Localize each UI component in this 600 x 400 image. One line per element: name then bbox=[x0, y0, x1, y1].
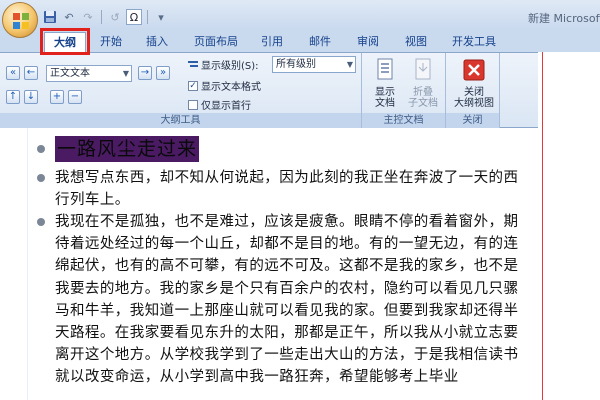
show-text-format-label: 显示文本格式 bbox=[201, 82, 261, 93]
tab-home[interactable]: 开始 bbox=[92, 32, 130, 52]
chevron-down-icon: ▼ bbox=[346, 60, 353, 69]
outline-body-text[interactable]: 我想写点东西，却不知从何说起，因为此刻的我正坐在奔波了一天的西行列车上。 bbox=[55, 167, 533, 211]
promote-icon[interactable]: ← bbox=[24, 66, 38, 80]
outline-bullet-icon[interactable] bbox=[37, 174, 45, 182]
outline-bullet-icon[interactable] bbox=[37, 218, 45, 226]
show-first-line-label: 仅显示首行 bbox=[201, 101, 251, 112]
outline-level-value: 正文文本 bbox=[50, 68, 90, 79]
expand-icon[interactable]: + bbox=[50, 90, 64, 104]
close-label-1: 关闭 bbox=[464, 87, 484, 98]
tab-mailings[interactable]: 邮件 bbox=[302, 32, 338, 52]
show-level-select[interactable]: 所有级别 ▼ bbox=[272, 56, 356, 73]
close-label-2: 大纲视图 bbox=[454, 98, 494, 109]
office-logo-icon bbox=[13, 13, 29, 29]
checkbox-unchecked-icon bbox=[188, 99, 198, 110]
ribbon: « ← 正文文本 ▼ → » ↑ ↓ + − 显示级别(S): 所有级别 ▼ ✓… bbox=[0, 52, 538, 128]
collapse-subdocuments-label-1: 折叠 bbox=[413, 87, 433, 98]
show-document-button[interactable]: 显示 文档 bbox=[364, 57, 406, 109]
tab-insert[interactable]: 插入 bbox=[138, 32, 176, 52]
show-level-label: 显示级别(S): bbox=[201, 61, 259, 72]
move-up-icon[interactable]: ↑ bbox=[6, 90, 20, 104]
ribbon-tab-bar: 大纲 开始 插入 页面布局 引用 邮件 审阅 视图 开发工具 bbox=[0, 30, 600, 52]
outline-body-text[interactable]: 我现在不是孤独，也不是难过，应该是疲惫。眼睛不停的看着窗外，期待着远处经过的每一… bbox=[55, 211, 533, 389]
show-document-icon bbox=[377, 58, 393, 80]
close-group: 关闭 大纲视图 关闭 bbox=[446, 53, 500, 128]
title-bar: ↶ ↷ ↺ Ω ▾ 新建 Microsoft bbox=[0, 0, 600, 30]
show-first-line-checkbox[interactable]: 仅显示首行 bbox=[188, 97, 251, 112]
master-document-group: 显示 文档 折叠 子文档 主控文档 bbox=[362, 53, 446, 128]
close-icon bbox=[463, 59, 485, 81]
move-down-icon[interactable]: ↓ bbox=[24, 90, 38, 104]
promote-to-heading-icon[interactable]: « bbox=[6, 66, 20, 80]
demote-icon[interactable]: → bbox=[138, 66, 152, 80]
outline-bullet-icon[interactable] bbox=[37, 145, 45, 153]
outline-heading-text[interactable]: 一路风尘走过来 bbox=[55, 136, 200, 162]
outline-heading-item[interactable]: 一路风尘走过来 bbox=[37, 136, 200, 162]
tab-references[interactable]: 引用 bbox=[254, 32, 290, 52]
master-document-group-label: 主控文档 bbox=[362, 113, 445, 128]
tab-developer[interactable]: 开发工具 bbox=[446, 32, 502, 52]
outline-tools-group: « ← 正文文本 ▼ → » ↑ ↓ + − 显示级别(S): 所有级别 ▼ ✓… bbox=[0, 53, 362, 128]
redo-icon[interactable]: ↷ bbox=[80, 9, 96, 25]
office-button[interactable] bbox=[2, 2, 38, 38]
collapse-subdocuments-icon bbox=[415, 58, 431, 80]
collapse-subdocuments-button[interactable]: 折叠 子文档 bbox=[402, 57, 444, 109]
qat-separator bbox=[147, 10, 148, 24]
highlight-box bbox=[40, 28, 90, 55]
save-icon[interactable] bbox=[42, 9, 58, 25]
page-left-margin bbox=[0, 128, 28, 400]
outline-level-select[interactable]: 正文文本 ▼ bbox=[46, 65, 132, 82]
tab-view[interactable]: 视图 bbox=[398, 32, 434, 52]
show-document-label-1: 显示 bbox=[375, 87, 395, 98]
show-level-control: 显示级别(S): bbox=[188, 57, 259, 72]
show-document-label-2: 文档 bbox=[375, 98, 395, 109]
close-outline-view-button[interactable]: 关闭 大纲视图 bbox=[450, 57, 498, 109]
show-text-format-checkbox[interactable]: ✓ 显示文本格式 bbox=[188, 78, 261, 93]
show-level-icon bbox=[188, 60, 198, 67]
collapse-subdocuments-label-2: 子文档 bbox=[408, 98, 438, 109]
outline-tools-group-label: 大纲工具 bbox=[0, 113, 361, 128]
customize-icon[interactable]: ▾ bbox=[153, 9, 169, 25]
undo-disabled-icon[interactable]: ↺ bbox=[107, 9, 123, 25]
collapse-icon[interactable]: − bbox=[68, 90, 82, 104]
outline-body-item[interactable]: 我现在不是孤独，也不是难过，应该是疲惫。眼睛不停的看着窗外，期待着远处经过的每一… bbox=[37, 211, 533, 389]
margin-line bbox=[542, 52, 543, 400]
symbol-icon[interactable]: Ω bbox=[126, 9, 142, 25]
chevron-down-icon: ▼ bbox=[122, 69, 129, 78]
tab-page-layout[interactable]: 页面布局 bbox=[188, 32, 244, 52]
window-title: 新建 Microsoft bbox=[528, 12, 600, 25]
outline-body-item[interactable]: 我想写点东西，却不知从何说起，因为此刻的我正坐在奔波了一天的西行列车上。 bbox=[37, 167, 533, 211]
qat-separator bbox=[101, 10, 102, 24]
demote-to-body-icon[interactable]: » bbox=[156, 66, 170, 80]
undo-icon[interactable]: ↶ bbox=[61, 9, 77, 25]
show-level-value: 所有级别 bbox=[276, 59, 316, 70]
close-group-label: 关闭 bbox=[446, 113, 499, 128]
quick-access-toolbar: ↶ ↷ ↺ Ω ▾ bbox=[42, 8, 169, 26]
tab-review[interactable]: 审阅 bbox=[350, 32, 386, 52]
checkbox-checked-icon: ✓ bbox=[188, 80, 198, 91]
